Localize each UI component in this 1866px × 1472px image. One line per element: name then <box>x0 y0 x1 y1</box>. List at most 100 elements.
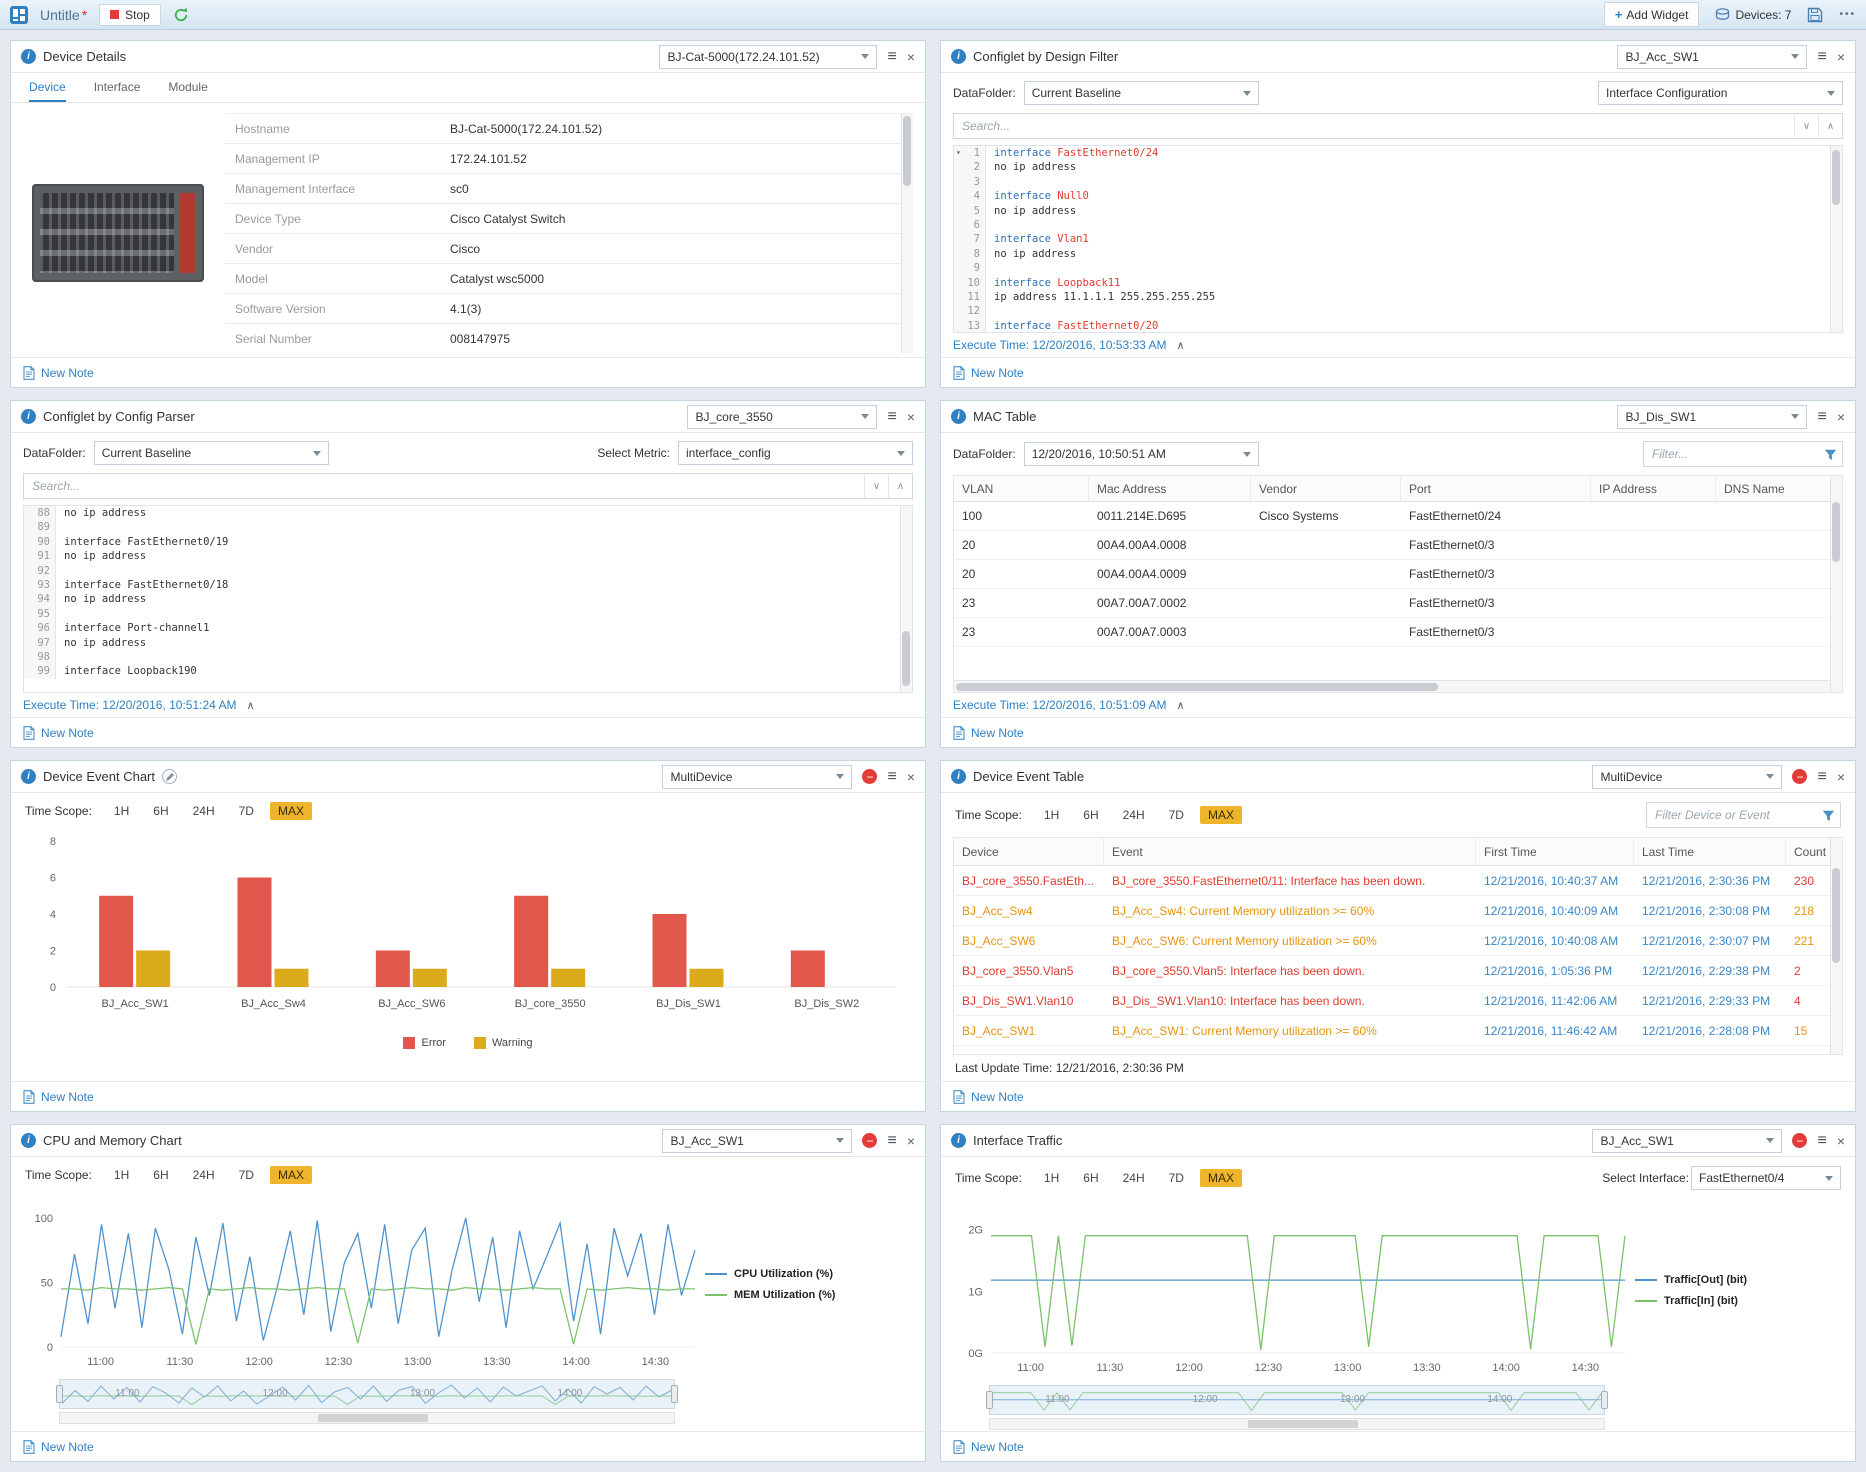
vertical-scrollbar[interactable] <box>1830 146 1842 332</box>
search-next-icon[interactable]: ∨ <box>1794 114 1818 138</box>
widget-menu-icon[interactable]: ≡ <box>887 1133 896 1149</box>
table-row[interactable]: BJ_Acc_SW6BJ_Acc_SW6: Current Memory uti… <box>954 926 1842 956</box>
scrollbar-thumb[interactable] <box>1248 1420 1358 1428</box>
remove-icon[interactable]: − <box>862 769 877 784</box>
search-input[interactable] <box>24 474 864 498</box>
vertical-scrollbar[interactable] <box>1830 476 1842 692</box>
search-prev-icon[interactable]: ∧ <box>888 474 912 498</box>
new-note-link[interactable]: New Note <box>41 366 94 380</box>
widget-menu-icon[interactable]: ≡ <box>1817 49 1826 65</box>
new-note-link[interactable]: New Note <box>971 1090 1024 1104</box>
devices-count[interactable]: Devices: 7 <box>1715 8 1791 22</box>
add-widget-button[interactable]: +Add Widget <box>1604 2 1700 27</box>
time-scope-max[interactable]: MAX <box>270 1166 312 1184</box>
time-scope-24h[interactable]: 24H <box>185 802 223 820</box>
stop-button[interactable]: Stop <box>99 4 161 26</box>
horizontal-scrollbar[interactable] <box>59 1412 675 1424</box>
time-range-brush[interactable]: 11:0012:0013:0014:00 <box>59 1379 675 1409</box>
time-scope-6h[interactable]: 6H <box>145 1166 176 1184</box>
time-scope-6h[interactable]: 6H <box>145 802 176 820</box>
remove-icon[interactable]: − <box>862 1133 877 1148</box>
device-selector[interactable]: BJ_core_3550 <box>687 405 877 429</box>
close-icon[interactable]: × <box>907 770 915 784</box>
more-menu-icon[interactable]: ••• <box>1839 9 1856 20</box>
time-scope-24h[interactable]: 24H <box>185 1166 223 1184</box>
time-scope-6h[interactable]: 6H <box>1075 806 1106 824</box>
datafolder-select[interactable]: 12/20/2016, 10:50:51 AM <box>1024 442 1259 466</box>
table-row[interactable]: 2300A7.00A7.0003FastEthernet0/3 <box>954 618 1842 647</box>
tab-interface[interactable]: Interface <box>94 73 141 102</box>
time-scope-max[interactable]: MAX <box>1200 806 1242 824</box>
vertical-scrollbar[interactable] <box>1830 838 1842 1054</box>
device-selector[interactable]: MultiDevice <box>1592 765 1782 789</box>
new-note-link[interactable]: New Note <box>41 1440 94 1454</box>
table-row[interactable]: BJ_core_3550.FastEth...BJ_core_3550.Fast… <box>954 866 1842 896</box>
collapse-icon[interactable]: ∧ <box>1176 699 1184 712</box>
refresh-icon[interactable] <box>173 7 189 23</box>
scrollbar-thumb[interactable] <box>1832 150 1840 205</box>
time-range-brush[interactable]: 11:0012:0013:0014:00 <box>989 1385 1605 1415</box>
scrollbar-thumb[interactable] <box>1832 868 1840 963</box>
scrollbar-thumb[interactable] <box>318 1414 428 1422</box>
new-note-link[interactable]: New Note <box>971 1440 1024 1454</box>
time-scope-max[interactable]: MAX <box>270 802 312 820</box>
collapse-icon[interactable]: ∧ <box>246 699 254 712</box>
table-row[interactable]: 2000A4.00A4.0008FastEthernet0/3 <box>954 531 1842 560</box>
time-scope-1h[interactable]: 1H <box>1036 806 1067 824</box>
save-icon[interactable] <box>1807 7 1823 23</box>
new-note-link[interactable]: New Note <box>971 726 1024 740</box>
new-note-link[interactable]: New Note <box>41 726 94 740</box>
table-row[interactable]: BJ_Dis_SW1.Vlan10BJ_Dis_SW1.Vlan10: Inte… <box>954 986 1842 1016</box>
table-row[interactable]: 2300A7.00A7.0002FastEthernet0/3 <box>954 589 1842 618</box>
vertical-scrollbar[interactable] <box>900 506 912 692</box>
search-input[interactable] <box>954 114 1794 138</box>
widget-menu-icon[interactable]: ≡ <box>1817 1133 1826 1149</box>
time-scope-1h[interactable]: 1H <box>106 1166 137 1184</box>
vertical-scrollbar[interactable] <box>901 114 913 353</box>
filter-type-select[interactable]: Interface Configuration <box>1598 81 1843 105</box>
device-selector[interactable]: BJ_Dis_SW1 <box>1617 405 1807 429</box>
filter-input[interactable] <box>1643 441 1843 467</box>
config-code-view[interactable]: 1▾interface FastEthernet0/242no ip addre… <box>953 145 1843 333</box>
device-selector[interactable]: BJ_Acc_SW1 <box>1617 45 1807 69</box>
widget-menu-icon[interactable]: ≡ <box>887 49 896 65</box>
search-next-icon[interactable]: ∨ <box>864 474 888 498</box>
scrollbar-thumb[interactable] <box>902 631 910 686</box>
table-row[interactable]: 2000A4.00A4.0009FastEthernet0/3 <box>954 560 1842 589</box>
time-scope-24h[interactable]: 24H <box>1115 1169 1153 1187</box>
datafolder-select[interactable]: Current Baseline <box>1024 81 1259 105</box>
time-scope-max[interactable]: MAX <box>1200 1169 1242 1187</box>
device-selector[interactable]: MultiDevice <box>662 765 852 789</box>
close-icon[interactable]: × <box>907 1134 915 1148</box>
close-icon[interactable]: × <box>907 50 915 64</box>
close-icon[interactable]: × <box>907 410 915 424</box>
table-row[interactable]: BJ_Acc_SW1BJ_Acc_SW1: Current Memory uti… <box>954 1016 1842 1046</box>
brush-handle-left[interactable] <box>986 1391 993 1409</box>
device-selector[interactable]: BJ-Cat-5000(172.24.101.52) <box>659 45 877 69</box>
brush-handle-right[interactable] <box>671 1385 678 1403</box>
device-selector[interactable]: BJ_Acc_SW1 <box>1592 1129 1782 1153</box>
new-note-link[interactable]: New Note <box>971 366 1024 380</box>
new-note-link[interactable]: New Note <box>41 1090 94 1104</box>
tab-module[interactable]: Module <box>168 73 207 102</box>
time-scope-1h[interactable]: 1H <box>1036 1169 1067 1187</box>
close-icon[interactable]: × <box>1837 1134 1845 1148</box>
tab-device[interactable]: Device <box>29 73 66 102</box>
close-icon[interactable]: × <box>1837 50 1845 64</box>
time-scope-7d[interactable]: 7D <box>231 802 262 820</box>
scrollbar-thumb[interactable] <box>956 683 1438 691</box>
fold-icon[interactable]: ▾ <box>956 146 961 160</box>
horizontal-scrollbar[interactable] <box>989 1418 1605 1430</box>
table-row[interactable]: BJ_core_3550.Vlan5BJ_core_3550.Vlan5: In… <box>954 956 1842 986</box>
time-scope-7d[interactable]: 7D <box>1161 1169 1192 1187</box>
scrollbar-thumb[interactable] <box>903 116 911 186</box>
close-icon[interactable]: × <box>1837 410 1845 424</box>
collapse-icon[interactable]: ∧ <box>1176 339 1184 352</box>
interface-select[interactable]: FastEthernet0/4 <box>1691 1166 1841 1190</box>
dashboard-icon[interactable] <box>10 6 28 24</box>
close-icon[interactable]: × <box>1837 770 1845 784</box>
funnel-icon[interactable] <box>1822 809 1835 827</box>
table-row[interactable]: 1000011.214E.D695Cisco SystemsFastEthern… <box>954 502 1842 531</box>
time-scope-24h[interactable]: 24H <box>1115 806 1153 824</box>
table-row[interactable]: BJ_Acc_Sw4BJ_Acc_Sw4: Current Memory uti… <box>954 896 1842 926</box>
